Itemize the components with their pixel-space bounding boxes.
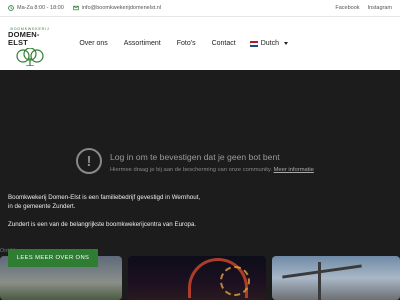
dutch-flag-icon [249, 40, 258, 47]
nav-contact[interactable]: Contact [204, 40, 244, 47]
clock-icon [8, 5, 14, 11]
email-text: info@boomkwekerijdomenelst.nl [81, 5, 162, 11]
bot-check-notice: ! Log in om te bevestigen dat je geen bo… [76, 148, 314, 174]
nav-assortiment[interactable]: Assortiment [116, 40, 169, 47]
chevron-down-icon [284, 42, 288, 45]
crane-pole-shape [318, 262, 321, 300]
bot-check-text: Hiermee draag je bij aan de bescherming … [110, 167, 272, 173]
email-link[interactable]: info@boomkwekerijdomenelst.nl [73, 5, 161, 11]
bot-check-subtitle: Hiermee draag je bij aan de bescherming … [110, 167, 314, 173]
main-nav: Over ons Assortiment Foto's Contact Dutc… [71, 40, 288, 47]
more-info-link[interactable]: Meer informatie [274, 167, 314, 173]
intro-line-3: Zundert is een van de belangrijkste boom… [8, 221, 197, 228]
mail-icon [73, 5, 79, 11]
opening-hours: Ma-Za 8:00 - 18:00 [8, 5, 64, 11]
read-more-button[interactable]: LEES MEER OVER ONS [8, 249, 98, 267]
bot-check-title: Log in om te bevestigen dat je geen bot … [110, 152, 280, 162]
intro-line-2: in de gemeente Zundert. [8, 203, 76, 210]
site-logo[interactable]: BOOMKWEKERIJ DOMEN-ELST [8, 21, 52, 67]
facebook-link[interactable]: Facebook [335, 5, 359, 11]
intro-line-1: Boomkwekerij Domen-Elst is een familiebe… [8, 194, 201, 201]
hours-text: Ma-Za 8:00 - 18:00 [17, 5, 64, 11]
photo-thumbnail[interactable] [272, 256, 400, 300]
nav-over-ons[interactable]: Over ons [71, 40, 115, 47]
language-selector[interactable]: Dutch [244, 40, 288, 47]
nav-fotos[interactable]: Foto's [169, 40, 204, 47]
intro-text: Boomkwekerij Domen-Elst is een familiebe… [8, 193, 200, 238]
top-bar: Ma-Za 8:00 - 18:00 info@boomkwekerijdome… [0, 0, 400, 17]
tree-logo-icon [16, 47, 44, 66]
crane-arm-shape [282, 264, 362, 279]
photo-thumbnail[interactable] [128, 256, 266, 300]
alert-icon: ! [76, 148, 102, 174]
language-label: Dutch [260, 40, 279, 47]
site-header: BOOMKWEKERIJ DOMEN-ELST Over ons Assorti… [0, 17, 400, 70]
instagram-link[interactable]: Instagram [368, 5, 392, 11]
ride-lights-shape [220, 266, 250, 296]
logo-name: DOMEN-ELST [8, 29, 40, 47]
hero-section: ! Log in om te bevestigen dat je geen bo… [0, 70, 400, 300]
